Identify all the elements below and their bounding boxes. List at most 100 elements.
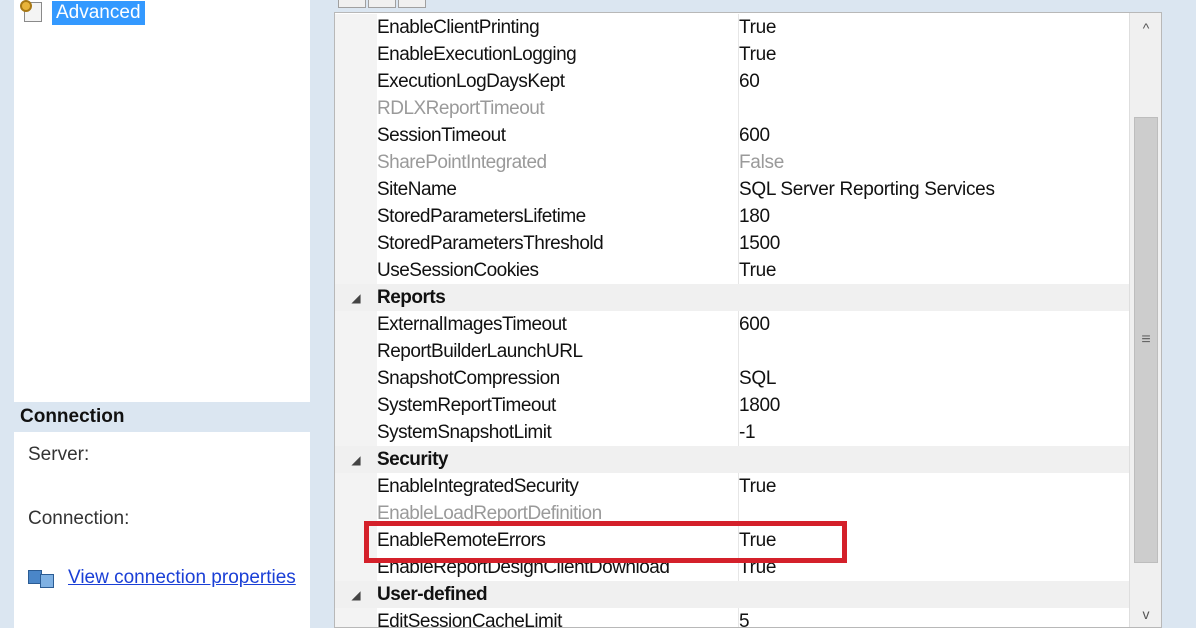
scroll-up-icon[interactable]: ^ <box>1130 15 1161 41</box>
property-row[interactable]: SystemSnapshotLimit -1 <box>335 419 1129 446</box>
left-pane: Advanced Connection Server: Connection: … <box>14 0 310 628</box>
property-value <box>739 284 1129 311</box>
property-value[interactable] <box>739 338 1129 365</box>
property-row[interactable]: ExternalImagesTimeout 600 <box>335 311 1129 338</box>
property-name: EditSessionCacheLimit <box>377 608 739 627</box>
property-value[interactable]: True <box>739 14 1129 41</box>
row-margin <box>335 230 377 257</box>
property-value[interactable]: True <box>739 554 1129 581</box>
categorized-button[interactable] <box>338 0 366 8</box>
grid-toolbar <box>334 0 1162 12</box>
row-margin <box>335 149 377 176</box>
property-name: ExecutionLogDaysKept <box>377 68 739 95</box>
row-margin <box>335 392 377 419</box>
row-margin <box>335 554 377 581</box>
property-value[interactable]: True <box>739 41 1129 68</box>
collapse-icon[interactable]: ◢ <box>335 446 377 473</box>
property-value[interactable]: 180 <box>739 203 1129 230</box>
property-value[interactable]: True <box>739 473 1129 500</box>
row-margin <box>335 68 377 95</box>
category-name: Security <box>377 449 448 470</box>
row-margin <box>335 14 377 41</box>
category-row[interactable]: ◢ Security <box>335 446 1129 473</box>
row-margin <box>335 365 377 392</box>
property-row[interactable]: SystemReportTimeout 1800 <box>335 392 1129 419</box>
property-name: SnapshotCompression <box>377 365 739 392</box>
row-margin <box>335 257 377 284</box>
property-value[interactable]: True <box>739 527 1129 554</box>
row-margin <box>335 473 377 500</box>
property-row[interactable]: EditSessionCacheLimit 5 <box>335 608 1129 627</box>
property-row[interactable]: EnableExecutionLogging True <box>335 41 1129 68</box>
settings-page-icon <box>20 0 46 26</box>
alphabetical-button[interactable] <box>368 0 396 8</box>
category-name: Reports <box>377 287 446 308</box>
row-margin <box>335 122 377 149</box>
category-row[interactable]: ◢ Reports <box>335 284 1129 311</box>
property-row[interactable]: SnapshotCompression SQL <box>335 365 1129 392</box>
property-value[interactable]: SQL <box>739 365 1129 392</box>
property-value[interactable]: -1 <box>739 419 1129 446</box>
property-value[interactable] <box>739 500 1129 527</box>
category-row[interactable]: ◢ User-defined <box>335 581 1129 608</box>
property-value[interactable]: 1500 <box>739 230 1129 257</box>
scroll-thumb[interactable]: ≡ <box>1134 117 1158 563</box>
property-name: SystemReportTimeout <box>377 392 739 419</box>
property-row[interactable]: EnableLoadReportDefinition <box>335 500 1129 527</box>
property-row[interactable]: ReportBuilderLaunchURL <box>335 338 1129 365</box>
property-value[interactable]: 600 <box>739 122 1129 149</box>
property-row[interactable]: EnableRemoteErrors True <box>335 527 1129 554</box>
property-row[interactable]: SharePointIntegrated False <box>335 149 1129 176</box>
property-row[interactable]: EnableIntegratedSecurity True <box>335 473 1129 500</box>
property-value[interactable]: 5 <box>739 608 1129 627</box>
view-connection-properties[interactable]: View connection properties <box>28 566 296 590</box>
property-value <box>739 581 1129 608</box>
row-margin <box>335 338 377 365</box>
property-row[interactable]: EnableReportDesignClientDownload True <box>335 554 1129 581</box>
property-name: StoredParametersLifetime <box>377 203 739 230</box>
view-connection-properties-link[interactable]: View connection properties <box>68 567 296 589</box>
property-pages-button[interactable] <box>398 0 426 8</box>
property-name: EnableExecutionLogging <box>377 41 739 68</box>
property-row[interactable]: SessionTimeout 600 <box>335 122 1129 149</box>
property-value[interactable]: 60 <box>739 68 1129 95</box>
property-value <box>739 446 1129 473</box>
row-margin <box>335 527 377 554</box>
row-margin <box>335 311 377 338</box>
category-name: User-defined <box>377 584 488 605</box>
page-item-advanced[interactable]: Advanced <box>20 0 145 26</box>
property-value[interactable]: 1800 <box>739 392 1129 419</box>
property-name: StoredParametersThreshold <box>377 230 739 257</box>
property-row[interactable]: UseSessionCookies True <box>335 257 1129 284</box>
collapse-icon[interactable]: ◢ <box>335 581 377 608</box>
server-label: Server: <box>28 444 90 465</box>
property-row[interactable]: StoredParametersThreshold 1500 <box>335 230 1129 257</box>
row-margin <box>335 203 377 230</box>
property-row[interactable]: SiteName SQL Server Reporting Services <box>335 176 1129 203</box>
connection-section-header: Connection <box>14 402 310 432</box>
property-name: SharePointIntegrated <box>377 149 739 176</box>
page-item-label: Advanced <box>52 1 145 25</box>
property-value[interactable]: True <box>739 257 1129 284</box>
property-value[interactable]: False <box>739 149 1129 176</box>
vertical-scrollbar[interactable]: ^ ≡ v <box>1129 13 1161 627</box>
property-row[interactable]: EnableClientPrinting True <box>335 14 1129 41</box>
property-name: EnableClientPrinting <box>377 14 739 41</box>
row-margin <box>335 41 377 68</box>
property-value[interactable]: 600 <box>739 311 1129 338</box>
property-row[interactable]: RDLXReportTimeout <box>335 95 1129 122</box>
connection-label: Connection: <box>28 508 130 529</box>
property-grid[interactable]: EnableClientPrinting True EnableExecutionL… <box>334 12 1162 628</box>
row-margin <box>335 500 377 527</box>
property-name: EnableLoadReportDefinition <box>377 500 739 527</box>
property-name: EnableReportDesignClientDownload <box>377 554 739 581</box>
row-margin <box>335 419 377 446</box>
property-row[interactable]: ExecutionLogDaysKept 60 <box>335 68 1129 95</box>
collapse-icon[interactable]: ◢ <box>335 284 377 311</box>
property-value[interactable]: SQL Server Reporting Services <box>739 176 1129 203</box>
property-value[interactable] <box>739 95 1129 122</box>
property-name: ReportBuilderLaunchURL <box>377 338 739 365</box>
row-margin <box>335 608 377 627</box>
property-row[interactable]: StoredParametersLifetime 180 <box>335 203 1129 230</box>
scroll-down-icon[interactable]: v <box>1130 601 1161 627</box>
